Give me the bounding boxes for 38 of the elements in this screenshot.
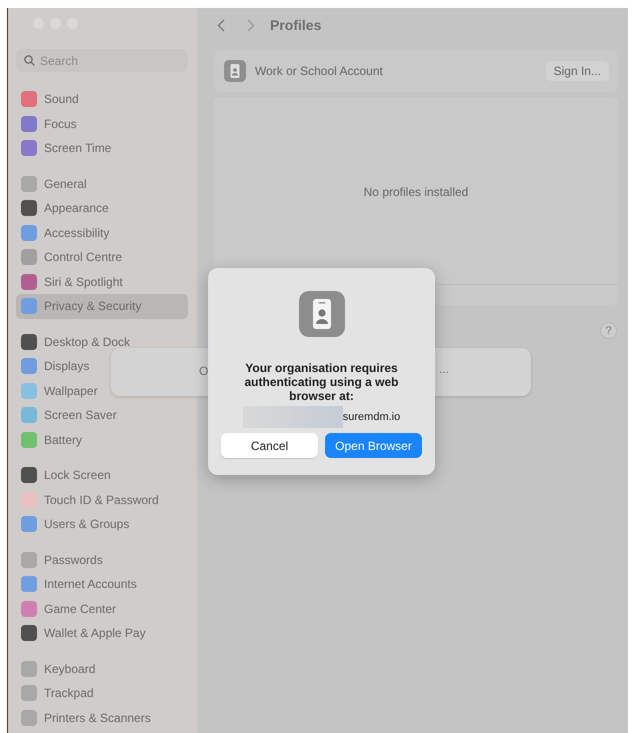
forward-icon[interactable] [247, 18, 255, 32]
sidebar-item[interactable]: Control Centre [16, 245, 188, 270]
sidebar-item[interactable]: Accessibility [16, 220, 188, 245]
url-text: suremdm.io [342, 411, 400, 423]
sidebar-item[interactable]: Passwords [16, 548, 188, 572]
sidebar-item[interactable]: Trackpad [16, 681, 188, 706]
sidebar-item[interactable]: Screen Saver [16, 403, 188, 428]
sidebar-item[interactable]: Focus [16, 112, 188, 136]
sidebar-item[interactable]: Appearance [16, 196, 188, 220]
help-button[interactable]: ? [600, 322, 617, 339]
sidebar-item[interactable]: Keyboard [16, 656, 188, 681]
sidebar-item[interactable]: Touch ID & Password [16, 488, 188, 512]
sidebar-item[interactable]: Privacy & Security [16, 294, 188, 318]
sidebar-item[interactable]: Internet Accounts [16, 572, 188, 596]
id-badge-icon [298, 291, 344, 337]
sidebar-item[interactable]: Battery [16, 428, 188, 452]
empty-message: No profiles installed [364, 185, 468, 199]
sidebar-item[interactable]: General [16, 172, 188, 196]
sidebar-item[interactable]: Desktop & Dock [16, 330, 188, 354]
sidebar-item[interactable]: Game Center [16, 596, 188, 621]
dialog-message: Your organisation requires authenticating using a web browser at: [243, 361, 400, 403]
sidebar-item[interactable]: Sound [16, 87, 188, 112]
account-label: Work or School Account [255, 64, 384, 78]
sidebar-item[interactable]: Lock Screen [16, 463, 188, 488]
page-title: Profiles [270, 17, 322, 33]
open-browser-button[interactable]: Open Browser [325, 433, 422, 458]
cancel-button[interactable]: Cancel [221, 433, 318, 458]
sidebar-item[interactable]: Printers & Scanners [16, 706, 188, 730]
sheet-text: O [199, 364, 208, 378]
sidebar-item[interactable]: Wallet & Apple Pay [16, 621, 188, 646]
search-field[interactable]: Search [16, 49, 188, 72]
sign-in-button[interactable]: Sign In... [546, 61, 609, 81]
back-icon[interactable] [217, 18, 225, 32]
sidebar-item[interactable]: Users & Groups [16, 512, 188, 536]
id-badge-icon [224, 60, 246, 82]
sidebar-item[interactable]: Siri & Spotlight [16, 270, 188, 294]
sidebar-item[interactable]: Screen Time [16, 136, 188, 160]
sheet-text: ... [439, 362, 450, 376]
